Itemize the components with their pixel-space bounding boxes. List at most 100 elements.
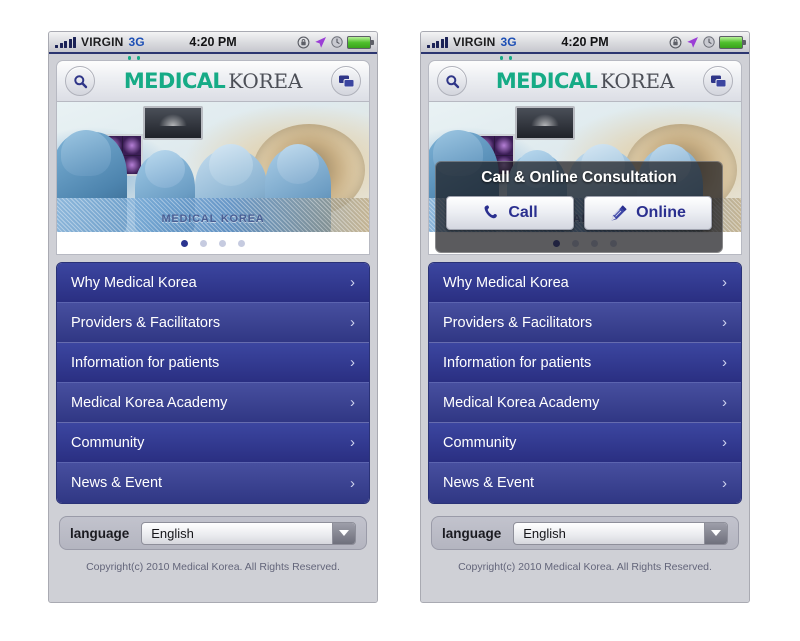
menu-item-label: News & Event <box>443 475 535 491</box>
menu-item-medical-korea-academy[interactable]: Medical Korea Academy › <box>57 383 369 423</box>
chevron-right-icon: › <box>350 314 355 331</box>
chevron-right-icon: › <box>350 394 355 411</box>
menu-item-label: Providers & Facilitators <box>71 314 221 331</box>
status-bar-right <box>669 35 746 49</box>
location-arrow-icon <box>315 36 326 48</box>
logo-korea-text: KOREA <box>600 69 675 93</box>
battery-icon <box>347 35 374 49</box>
menu-item-medical-korea-academy[interactable]: Medical Korea Academy › <box>429 383 741 423</box>
call-button-label: Call <box>508 204 538 221</box>
alarm-clock-icon <box>331 36 343 48</box>
carousel-dot-2[interactable] <box>200 239 207 247</box>
online-button-label: Online <box>636 204 686 221</box>
menu-item-label: Information for patients <box>71 354 220 371</box>
wall-monitor-decor <box>143 106 203 140</box>
phone-handset-icon <box>484 205 498 219</box>
menu-item-news-event[interactable]: News & Event › <box>57 463 369 503</box>
carousel-pagination[interactable] <box>56 232 370 255</box>
menu-item-why-medical-korea[interactable]: Why Medical Korea › <box>429 263 741 303</box>
chat-bubbles-icon <box>710 75 726 87</box>
modal-buttons: Call Online <box>436 196 722 230</box>
language-selected-value: English <box>523 525 566 541</box>
carousel-dot-4[interactable] <box>238 239 245 247</box>
language-label: language <box>70 525 130 541</box>
search-button[interactable] <box>437 66 467 96</box>
consultation-modal: Call & Online Consultation Call Online <box>435 161 723 253</box>
main-menu-list: Why Medical Korea › Providers & Facilita… <box>56 262 370 504</box>
status-bar: VIRGIN 3G 4:20 PM <box>421 32 749 54</box>
rotation-lock-icon <box>669 36 682 48</box>
battery-icon <box>719 35 746 49</box>
menu-item-information-for-patients[interactable]: Information for patients › <box>57 343 369 383</box>
online-button[interactable]: Online <box>584 196 712 230</box>
app-content: MEDICAL KOREA <box>49 56 377 602</box>
chevron-right-icon: › <box>722 354 727 371</box>
chat-button[interactable] <box>703 66 733 96</box>
chevron-right-icon: › <box>350 274 355 291</box>
search-icon <box>73 74 87 88</box>
menu-item-label: News & Event <box>71 475 163 491</box>
language-select[interactable]: English <box>141 521 356 545</box>
signal-strength-icon <box>55 36 76 48</box>
call-button[interactable]: Call <box>446 196 574 230</box>
chat-button[interactable] <box>331 66 361 96</box>
logo-dot-icon <box>508 56 513 60</box>
logo-medical-text: MEDICAL <box>496 56 598 93</box>
status-bar-left: VIRGIN 3G <box>55 35 145 49</box>
chevron-right-icon: › <box>350 434 355 451</box>
app-content: MEDICAL KOREA <box>421 56 749 602</box>
status-bar: VIRGIN 3G 4:20 PM <box>49 32 377 54</box>
chevron-right-icon: › <box>722 394 727 411</box>
copyright-text: Copyright(c) 2010 Medical Korea. All Rig… <box>458 561 712 573</box>
carousel-dot-3[interactable] <box>219 239 226 247</box>
language-label: language <box>442 525 502 541</box>
alarm-clock-icon <box>703 36 715 48</box>
menu-item-providers-facilitators[interactable]: Providers & Facilitators › <box>57 303 369 343</box>
menu-item-label: Community <box>443 434 517 451</box>
signal-strength-icon <box>427 36 448 48</box>
chevron-right-icon: › <box>350 474 355 492</box>
app-logo: MEDICAL KOREA <box>467 56 703 93</box>
carousel-dot-1[interactable] <box>181 239 188 247</box>
copyright-text: Copyright(c) 2010 Medical Korea. All Rig… <box>86 561 340 573</box>
menu-item-community[interactable]: Community › <box>429 423 741 463</box>
rotation-lock-icon <box>297 36 310 48</box>
logo-medical-text: MEDICAL <box>124 56 226 93</box>
carrier-label: VIRGIN <box>453 35 496 49</box>
language-select[interactable]: English <box>513 521 728 545</box>
menu-item-label: Medical Korea Academy <box>71 394 228 411</box>
logo-dot-icon <box>499 56 504 60</box>
hero-carousel[interactable]: MEDICAL KOREA <box>56 102 370 232</box>
menu-item-label: Information for patients <box>443 354 592 371</box>
language-bar: language English <box>431 516 739 550</box>
app-header: MEDICAL KOREA <box>56 56 370 102</box>
chat-bubbles-icon <box>338 75 354 87</box>
chevron-right-icon: › <box>722 274 727 291</box>
chevron-right-icon: › <box>722 314 727 331</box>
menu-item-label: Providers & Facilitators <box>443 314 593 331</box>
pencil-icon <box>611 205 627 221</box>
chevron-down-icon[interactable] <box>704 522 727 544</box>
search-icon <box>445 74 459 88</box>
menu-item-label: Why Medical Korea <box>443 274 569 291</box>
search-button[interactable] <box>65 66 95 96</box>
carrier-label: VIRGIN <box>81 35 124 49</box>
status-bar-right <box>297 35 374 49</box>
location-arrow-icon <box>687 36 698 48</box>
chevron-down-icon[interactable] <box>332 522 355 544</box>
chevron-right-icon: › <box>722 474 727 492</box>
screenshot-canvas: VIRGIN 3G 4:20 PM MEDICAL KOREA MEDICAL … <box>0 0 800 641</box>
language-selected-value: English <box>151 525 194 541</box>
network-type-label: 3G <box>128 35 145 49</box>
menu-item-why-medical-korea[interactable]: Why Medical Korea › <box>57 263 369 303</box>
network-type-label: 3G <box>500 35 517 49</box>
logo-dot-icon <box>127 56 132 60</box>
app-header: MEDICAL KOREA <box>428 56 742 102</box>
menu-item-news-event[interactable]: News & Event › <box>429 463 741 503</box>
chevron-right-icon: › <box>722 434 727 451</box>
app-logo: MEDICAL KOREA <box>95 56 331 93</box>
menu-item-community[interactable]: Community › <box>57 423 369 463</box>
menu-item-information-for-patients[interactable]: Information for patients › <box>429 343 741 383</box>
menu-item-providers-facilitators[interactable]: Providers & Facilitators › <box>429 303 741 343</box>
chevron-right-icon: › <box>350 354 355 371</box>
